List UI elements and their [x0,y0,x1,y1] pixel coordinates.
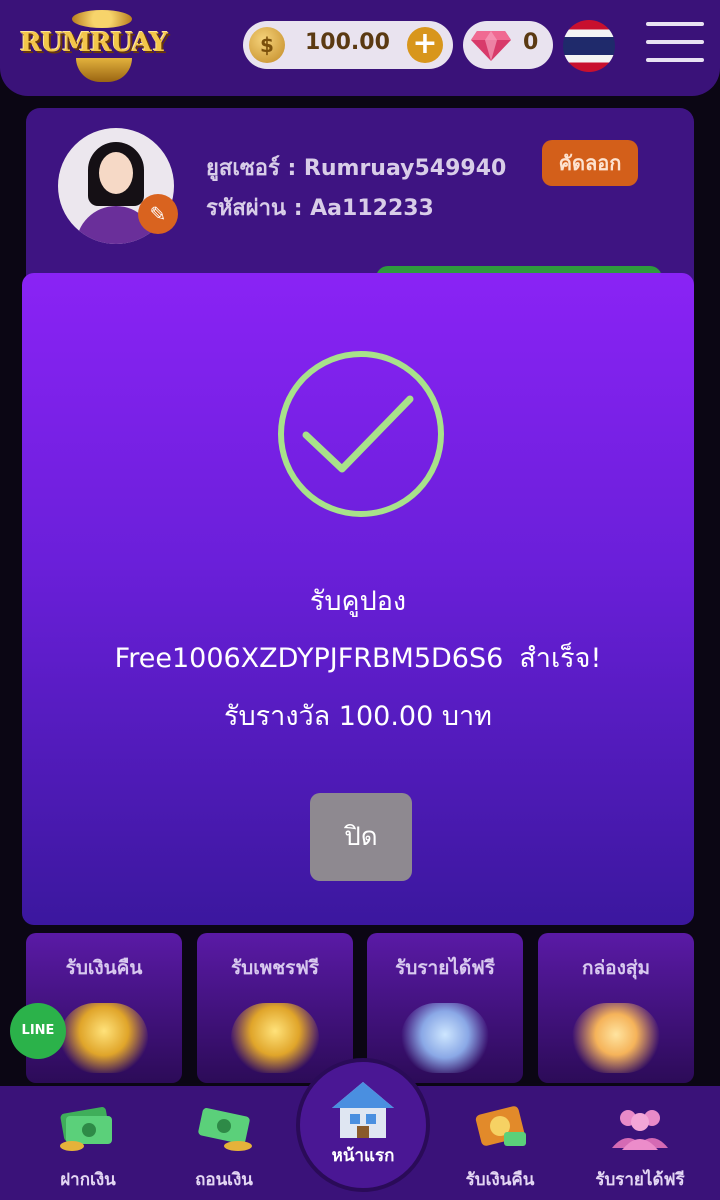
free-income-icon [612,1110,668,1150]
nav-free-income[interactable]: รับรายได้ฟรี [570,1086,710,1200]
modal-title: รับคูปอง [309,586,407,617]
modal-coupon-line: Free1006XZDYPJFRBM5D6S6 สำเร็จ! [22,636,694,679]
username-text: ยูสเซอร์ : Rumruay549940 [206,156,507,181]
cashback-coins-icon [60,1003,148,1073]
profile-card: ✎ ยูสเซอร์ : Rumruay549940 รหัสผ่าน : Aa… [26,108,694,306]
logo-text: RUMRUAY [20,28,168,58]
gift-box-icon [231,1003,319,1073]
coin-balance-pill: $ 100.00 + [243,21,453,69]
nav-cashback[interactable]: รับเงินคืน [430,1086,570,1200]
withdraw-money-icon [198,1108,252,1151]
feature-card-random-box[interactable]: กล่องสุ่ม [538,933,694,1083]
coupon-code: Free1006XZDYPJFRBM5D6S6 [114,643,504,674]
line-chat-button[interactable]: LINE [10,1003,66,1059]
logo-coins-icon [72,10,132,28]
nav-label: รับเงินคืน [465,1170,535,1190]
check-circle-icon [278,351,444,517]
coupon-success-modal: รับคูปอง Free1006XZDYPJFRBM5D6S6 สำเร็จ! … [22,273,694,925]
nav-label: รับรายได้ฟรี [595,1170,685,1190]
deposit-money-icon [60,1107,112,1151]
top-bar: RUMRUAY $ 100.00 + 0 [0,0,720,96]
modal-reward-text: รับรางวัล 100.00 บาท [224,701,492,732]
treasure-box-icon [572,1003,660,1073]
coin-icon: $ [249,27,285,63]
copy-button[interactable]: คัดลอก [542,140,638,186]
nav-withdraw[interactable]: ถอนเงิน [154,1086,294,1200]
hamburger-menu-icon[interactable] [646,22,704,66]
cashback-icon [475,1106,526,1146]
feature-label: รับเพชรฟรี [230,957,320,979]
feature-card-free-gems[interactable]: รับเพชรฟรี [197,933,353,1083]
gem-balance-pill: 0 [463,21,553,69]
coin-pile-icon [401,1003,489,1073]
nav-home[interactable]: หน้าแรก [296,1058,430,1192]
logo-pot-icon [76,58,132,82]
add-credit-button[interactable]: + [407,27,443,63]
password-text: รหัสผ่าน : Aa112233 [206,196,434,221]
coin-balance-value: 100.00 [305,30,390,55]
nav-label: ถอนเงิน [195,1170,253,1190]
nav-label: หน้าแรก [331,1146,395,1166]
rumruay-logo[interactable]: RUMRUAY [16,8,174,82]
home-icon [332,1082,394,1138]
nav-deposit[interactable]: ฝากเงิน [18,1086,158,1200]
feature-label: รับรายได้ฟรี [395,957,495,979]
feature-label: รับเงินคืน [65,957,143,979]
coupon-status: สำเร็จ! [519,643,602,674]
pencil-icon[interactable]: ✎ [138,194,178,234]
close-button[interactable]: ปิด [310,793,412,881]
gem-icon [471,31,511,61]
gem-balance-value: 0 [523,30,539,55]
nav-label: ฝากเงิน [60,1170,116,1190]
thailand-flag-icon[interactable] [563,20,615,72]
feature-card-free-income[interactable]: รับรายได้ฟรี [367,933,523,1083]
feature-label: กล่องสุ่ม [582,957,650,979]
